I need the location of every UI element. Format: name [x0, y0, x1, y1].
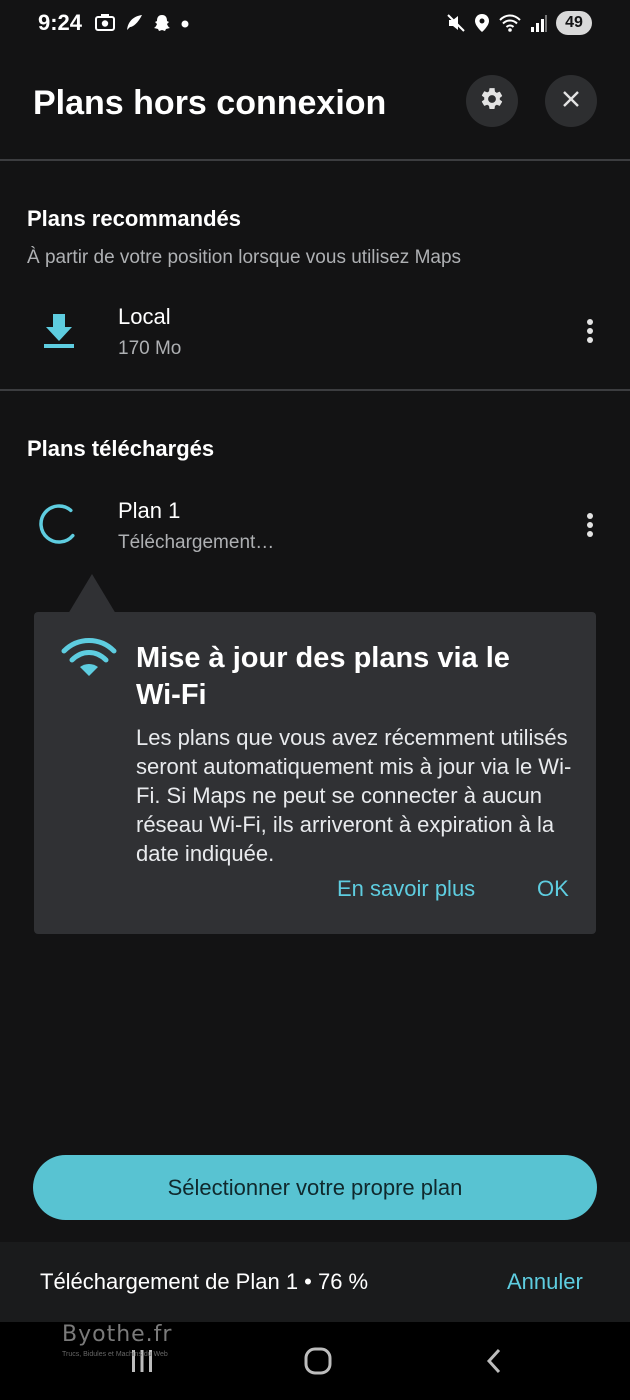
feather-icon [124, 13, 144, 33]
downloaded-section-title: Plans téléchargés [27, 436, 215, 461]
wifi-update-tooltip: Mise à jour des plans via le Wi-Fi Les p… [34, 612, 596, 934]
signal-icon [530, 13, 548, 33]
spinner-icon [37, 502, 81, 546]
tooltip-body: Les plans que vous avez récemment utilis… [136, 725, 572, 866]
close-button[interactable] [545, 75, 597, 127]
downloaded-map-plan-1[interactable]: Plan 1 Téléchargement… [0, 494, 630, 564]
system-icons: 49 [446, 10, 592, 36]
wifi-icon [61, 636, 117, 685]
map-size: 170 Mo [118, 338, 182, 359]
location-icon [474, 13, 490, 33]
back-button[interactable] [474, 1344, 514, 1378]
page-title: Plans hors connexion [33, 84, 387, 122]
home-button[interactable] [298, 1344, 338, 1378]
map-name: Local [118, 304, 171, 329]
gear-icon [479, 86, 505, 117]
battery-indicator: 49 [556, 11, 592, 35]
download-progress-banner: Téléchargement de Plan 1 • 76 % Annuler [0, 1242, 630, 1322]
divider [0, 389, 630, 391]
learn-more-link[interactable]: En savoir plus [337, 876, 475, 902]
map-name: Plan 1 [118, 498, 181, 523]
download-status: Téléchargement de Plan 1 • 76 % [40, 1269, 369, 1294]
divider [0, 159, 630, 161]
more-options-button[interactable] [576, 314, 604, 348]
screenshot-icon [94, 13, 116, 33]
more-options-button[interactable] [576, 508, 604, 542]
download-icon [37, 308, 81, 352]
recommended-section-title: Plans recommandés [27, 206, 241, 231]
mute-icon [446, 13, 466, 33]
cancel-button[interactable]: Annuler [507, 1269, 583, 1295]
close-icon [560, 88, 582, 115]
notification-icons [94, 12, 190, 34]
ok-button[interactable]: OK [537, 876, 569, 902]
status-bar: 9:24 49 [0, 0, 630, 48]
settings-button[interactable] [466, 75, 518, 127]
recommended-map-local[interactable]: Local 170 Mo [0, 300, 630, 370]
map-status: Téléchargement… [118, 532, 275, 553]
snapchat-icon [152, 13, 172, 33]
dot-icon [180, 13, 190, 33]
select-own-map-button[interactable]: Sélectionner votre propre plan [33, 1155, 597, 1220]
watermark-text: Byothe.fr [62, 1322, 173, 1347]
tooltip-arrow [68, 574, 116, 614]
tooltip-title: Mise à jour des plans via le Wi-Fi [136, 642, 510, 711]
watermark: Byothe.fr Trucs, Bidules et Machins du W… [60, 1322, 210, 1362]
recommended-section-subtitle: À partir de votre position lorsque vous … [27, 247, 462, 268]
status-time: 9:24 [38, 10, 83, 35]
watermark-tagline: Trucs, Bidules et Machins du Web [62, 1351, 168, 1358]
wifi-icon [498, 13, 522, 33]
